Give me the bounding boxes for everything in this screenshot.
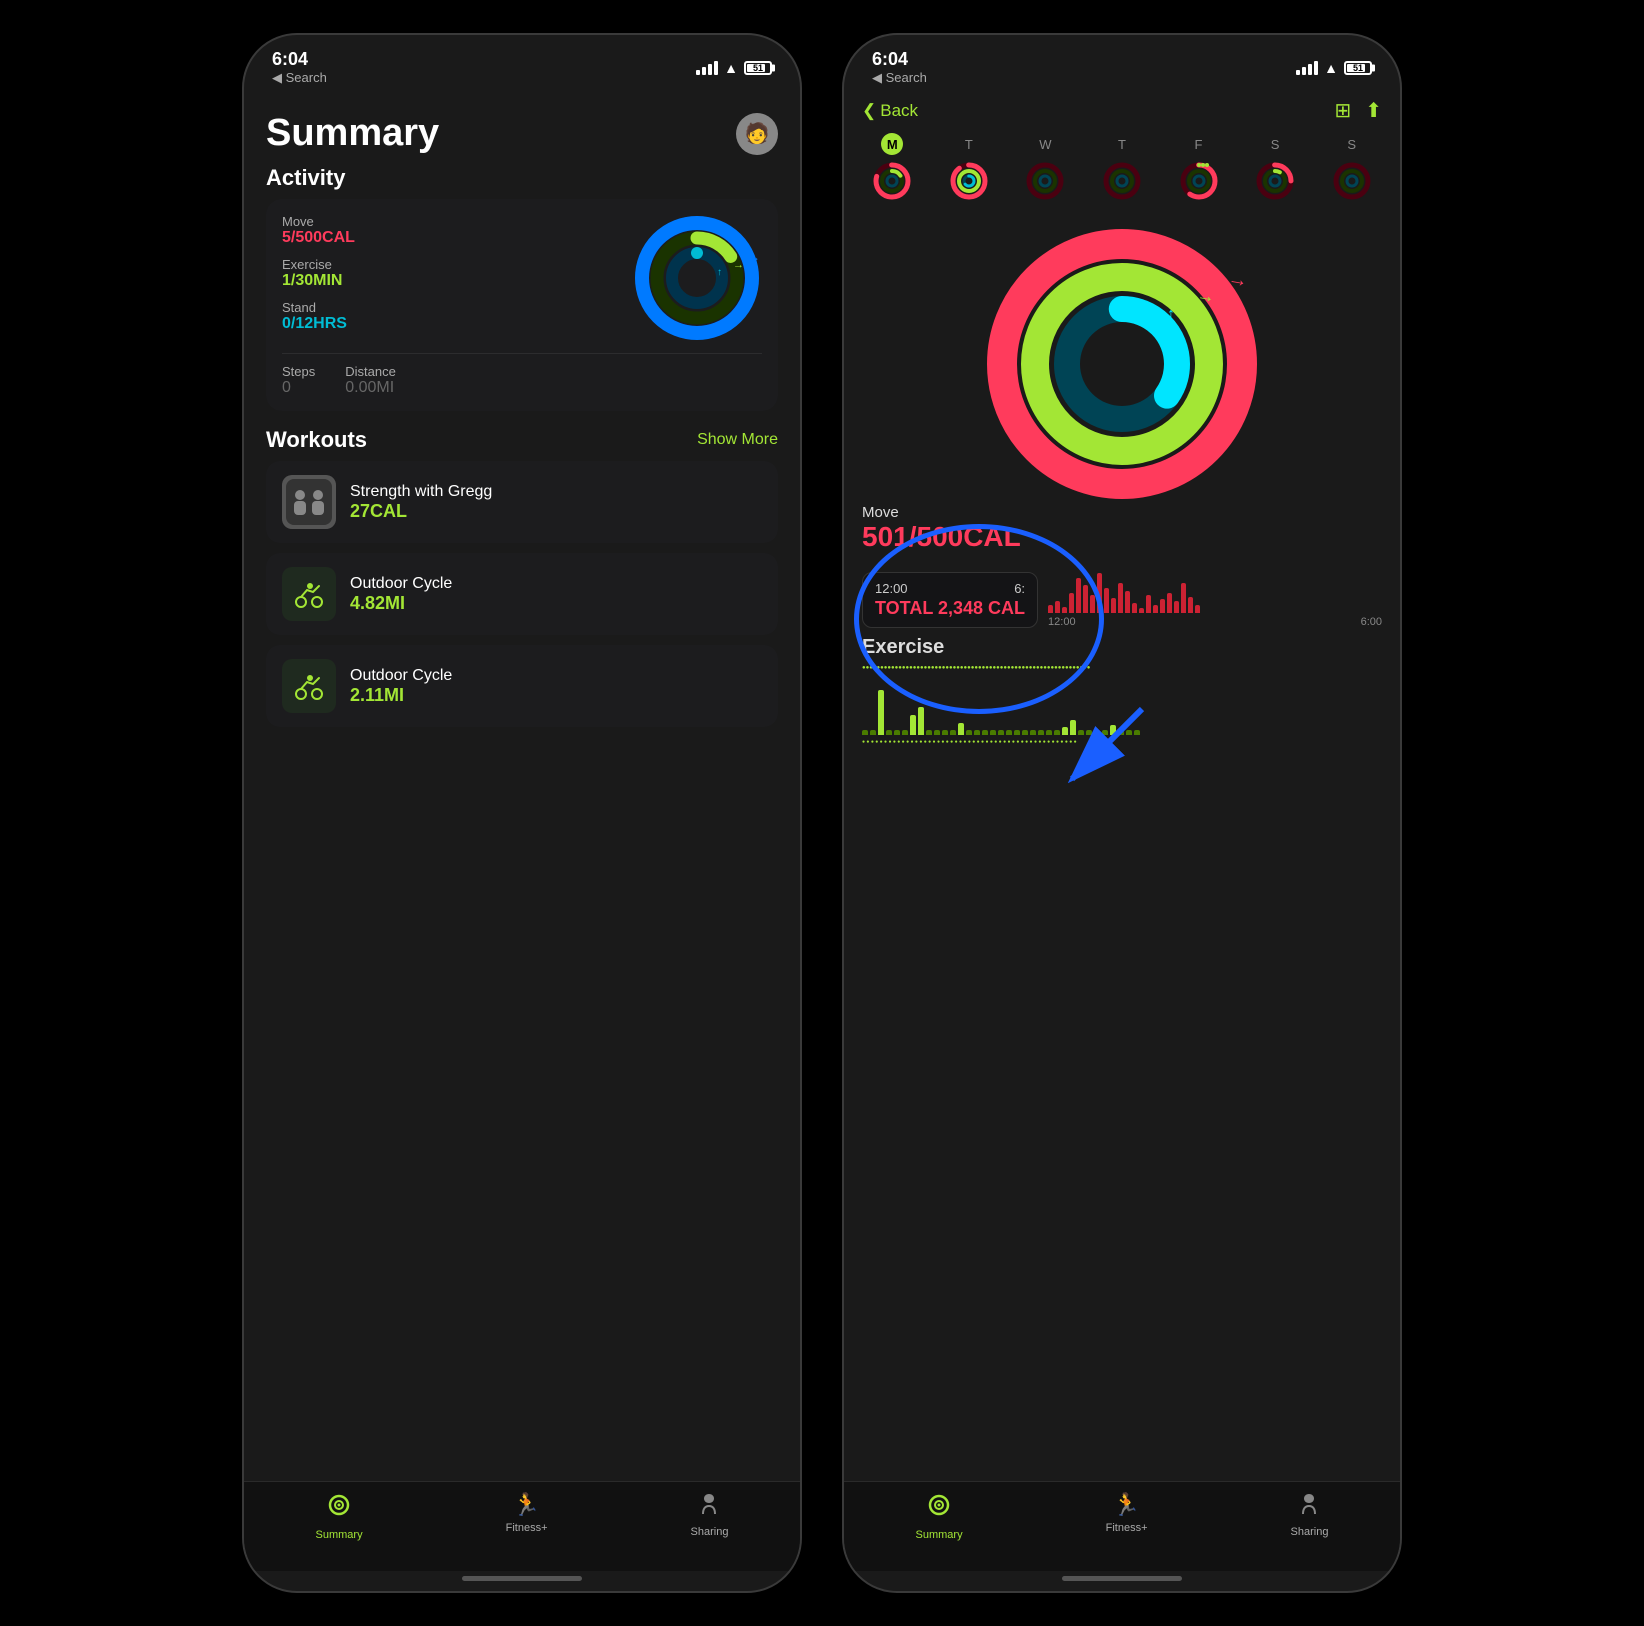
- workout-name-2: Outdoor Cycle: [350, 667, 452, 685]
- fitness-icon-right: 🏃: [1113, 1492, 1140, 1518]
- workout-name-0: Strength with Gregg: [350, 483, 492, 501]
- svg-text:→: →: [1195, 284, 1216, 307]
- svg-text:→: →: [733, 259, 744, 271]
- move-value-right: 501/500CAL: [862, 521, 1382, 553]
- workout-value-2: 2.11MI: [350, 685, 452, 706]
- workout-item-1[interactable]: Outdoor Cycle 4.82MI: [266, 553, 778, 635]
- tab-sharing-left[interactable]: S Sharing: [691, 1492, 729, 1538]
- workout-icon-2: [282, 659, 336, 713]
- workouts-header: Workouts Show More: [266, 427, 778, 453]
- workout-value-0: 27CAL: [350, 501, 492, 522]
- day-col-F[interactable]: F: [1178, 133, 1220, 202]
- nav-bar-right: ❮ Back ⊞ ⬆: [844, 94, 1400, 133]
- tab-label-summary-left: Summary: [316, 1529, 363, 1541]
- tab-summary-left[interactable]: Summary: [316, 1492, 363, 1541]
- svg-text:→: →: [748, 250, 760, 264]
- status-bar-right: 6:04 ◀ Search ▲ 51: [844, 35, 1400, 94]
- tab-label-fitness-left: Fitness+: [506, 1522, 548, 1534]
- sharing-icon-right: [1297, 1492, 1321, 1522]
- signal-icon-left: [696, 61, 718, 75]
- move-label-right: Move: [862, 504, 1382, 521]
- summary-icon-left: [326, 1492, 352, 1525]
- battery-right: 51: [1344, 61, 1372, 75]
- tab-fitness-left[interactable]: 🏃 Fitness+: [506, 1492, 548, 1534]
- home-indicator-right: [844, 1571, 1400, 1591]
- exercise-stat: Exercise 1/30MIN: [282, 257, 616, 290]
- steps-distance-row: Steps 0 Distance 0.00MI: [282, 353, 762, 397]
- workout-thumb-0: [282, 475, 336, 529]
- activity-rings-small: → → ↑: [632, 213, 762, 343]
- workouts-title: Workouts: [266, 427, 367, 453]
- avatar[interactable]: 🧑: [736, 113, 778, 155]
- day-col-S2[interactable]: S: [1331, 133, 1373, 202]
- callout-box: 12:00 6: TOTAL 2,348 CAL: [862, 572, 1038, 628]
- summary-icon-right: [926, 1492, 952, 1525]
- tab-fitness-right[interactable]: 🏃 Fitness+: [1106, 1492, 1148, 1534]
- svg-text:→: →: [1226, 267, 1250, 292]
- big-rings: → → ↑: [844, 214, 1400, 504]
- wifi-icon-left: ▲: [724, 60, 738, 76]
- page-title-text: Summary: [266, 112, 439, 155]
- tab-label-sharing-right: Sharing: [1291, 1526, 1329, 1538]
- exercise-section: Exercise ●●●●●●●●●●●●●●●●●●●●●●●●●●●●●●●…: [844, 628, 1400, 1481]
- tab-sharing-right[interactable]: Sharing: [1291, 1492, 1329, 1538]
- sharing-icon-left: S: [697, 1492, 721, 1522]
- time-left: 6:04: [272, 49, 308, 70]
- right-phone: 6:04 ◀ Search ▲ 51 ❮ Back: [842, 33, 1402, 1593]
- wifi-icon-right: ▲: [1324, 60, 1338, 76]
- green-dots: ●●●●●●●●●●●●●●●●●●●●●●●●●●●●●●●●●●●●●●●●…: [862, 665, 1382, 671]
- steps-item: Steps 0: [282, 364, 315, 397]
- activity-section-title: Activity: [266, 165, 778, 191]
- workout-value-1: 4.82MI: [350, 593, 452, 614]
- chart-container: 12:00 6: TOTAL 2,348 CAL: [862, 559, 1382, 628]
- left-screen: Summary 🧑 Activity Move 5/500CAL Exercis…: [244, 94, 800, 1481]
- right-screen: ❮ Back ⊞ ⬆ M: [844, 94, 1400, 1481]
- signal-icon-right: [1296, 61, 1318, 75]
- show-more-btn[interactable]: Show More: [697, 431, 778, 449]
- workout-name-1: Outdoor Cycle: [350, 575, 452, 593]
- svg-text:↑: ↑: [717, 267, 722, 278]
- tab-label-fitness-right: Fitness+: [1106, 1522, 1148, 1534]
- stand-stat: Stand 0/12HRS: [282, 300, 616, 333]
- tab-bar-right: Summary 🏃 Fitness+ Sharing: [844, 1481, 1400, 1571]
- home-indicator-left: [244, 1571, 800, 1591]
- workout-icon-1: [282, 567, 336, 621]
- move-chart-area: Move 501/500CAL 12:00 6:: [844, 504, 1400, 628]
- activity-card: Move 5/500CAL Exercise 1/30MIN Stand 0/1…: [266, 199, 778, 411]
- page-title-area: Summary 🧑: [266, 112, 778, 155]
- day-col-T1[interactable]: T: [948, 133, 990, 202]
- tab-label-sharing-left: Sharing: [691, 1526, 729, 1538]
- battery-left: 51: [744, 61, 772, 75]
- fitness-icon-left: 🏃: [513, 1492, 540, 1518]
- status-bar-left: 6:04 ◀ Search ▲ 51: [244, 35, 800, 94]
- time-right: 6:04: [872, 49, 908, 70]
- day-col-M[interactable]: M: [871, 133, 913, 202]
- day-col-W[interactable]: W: [1024, 133, 1066, 202]
- left-phone: 6:04 ◀ Search ▲ 51 Summary 🧑: [242, 33, 802, 1593]
- tab-summary-right[interactable]: Summary: [916, 1492, 963, 1541]
- svg-text:↑: ↑: [1167, 306, 1175, 323]
- tab-bar-left: Summary 🏃 Fitness+ S Sharing: [244, 1481, 800, 1571]
- distance-item: Distance 0.00MI: [345, 364, 396, 397]
- move-stat: Move 5/500CAL: [282, 214, 616, 247]
- back-search-left[interactable]: ◀ Search: [272, 70, 327, 86]
- week-strip: M T: [844, 133, 1400, 214]
- day-col-T2[interactable]: T: [1101, 133, 1143, 202]
- callout-total: TOTAL 2,348 CAL: [875, 598, 1025, 619]
- workout-item-2[interactable]: Outdoor Cycle 2.11MI: [266, 645, 778, 727]
- day-col-S1[interactable]: S: [1254, 133, 1296, 202]
- tab-label-summary-right: Summary: [916, 1529, 963, 1541]
- share-icon[interactable]: ⬆: [1365, 98, 1382, 123]
- exercise-bar-chart: [862, 675, 1382, 735]
- workout-item-0[interactable]: Strength with Gregg 27CAL: [266, 461, 778, 543]
- move-bar-chart: [1048, 563, 1382, 613]
- back-button-right[interactable]: ❮ Back: [862, 101, 918, 121]
- svg-text:S: S: [706, 1497, 711, 1504]
- exercise-section-label: Exercise: [862, 636, 1382, 659]
- calendar-icon[interactable]: ⊞: [1334, 98, 1351, 123]
- back-search-right[interactable]: ◀ Search: [872, 70, 927, 86]
